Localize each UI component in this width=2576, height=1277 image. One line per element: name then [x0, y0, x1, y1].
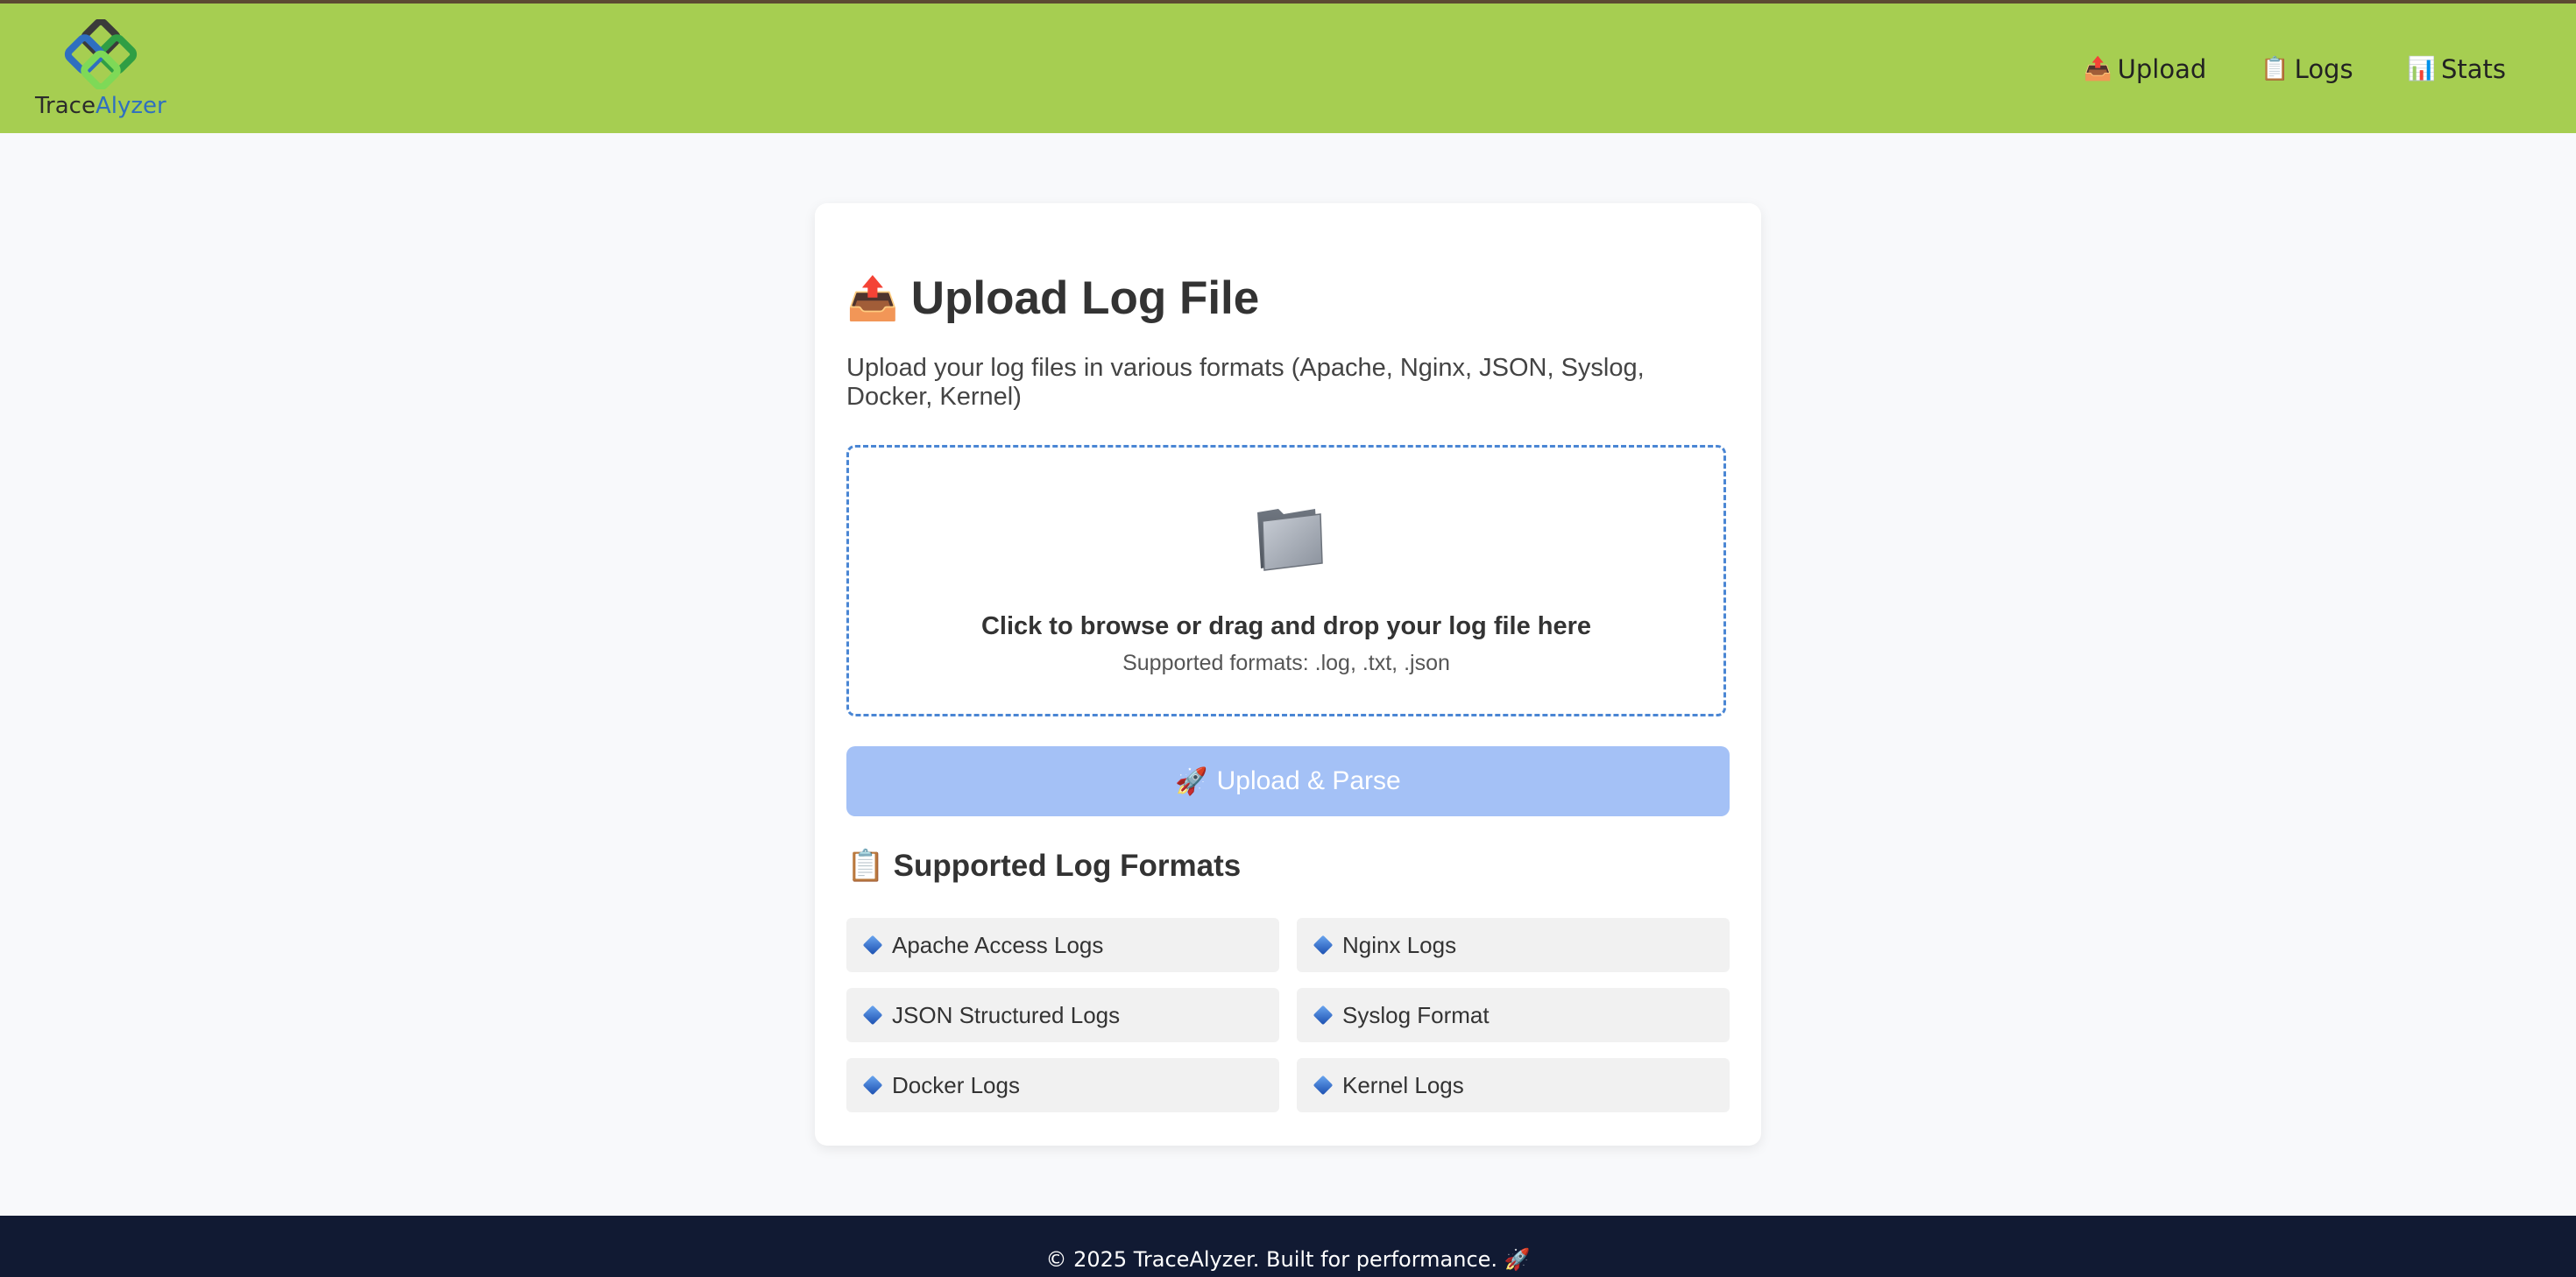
blue-diamond-icon — [1313, 1005, 1334, 1026]
supported-formats-grid: Apache Access Logs Nginx Logs JSON Struc… — [846, 918, 1730, 1112]
logo-text: TraceAlyzer — [35, 93, 166, 119]
nav-upload[interactable]: 📤 Upload — [2084, 54, 2206, 84]
logo-mark-icon — [64, 19, 138, 89]
upload-tray-icon: 📤 — [2084, 56, 2112, 82]
format-item-label: Syslog Format — [1342, 1001, 1490, 1028]
main-nav: 📤 Upload 📋 Logs 📊 Stats — [2084, 54, 2506, 84]
upload-tray-icon: 📤 — [846, 276, 899, 322]
blue-diamond-icon — [1313, 935, 1334, 956]
blue-diamond-icon — [862, 935, 883, 956]
format-item: Nginx Logs — [1297, 918, 1730, 972]
nav-logs-label: Logs — [2294, 54, 2353, 84]
file-dropzone[interactable]: Click to browse or drag and drop your lo… — [846, 445, 1726, 716]
page-title-text: Upload Log File — [910, 272, 1260, 324]
dropzone-supported-formats: Supported formats: .log, .txt, .json — [1122, 651, 1450, 675]
format-item-label: Nginx Logs — [1342, 931, 1457, 958]
format-item: Kernel Logs — [1297, 1058, 1730, 1112]
folder-icon — [1257, 509, 1323, 571]
dropzone-main-text: Click to browse or drag and drop your lo… — [980, 612, 1592, 640]
app-footer: © 2025 TraceAlyzer. Built for performanc… — [0, 1216, 2576, 1277]
blue-diamond-icon — [862, 1005, 883, 1026]
format-item: JSON Structured Logs — [846, 988, 1279, 1042]
format-item-label: Docker Logs — [892, 1071, 1020, 1098]
nav-stats-label: Stats — [2440, 54, 2506, 84]
format-item-label: JSON Structured Logs — [892, 1001, 1121, 1028]
bar-chart-icon: 📊 — [2407, 56, 2436, 82]
blue-diamond-icon — [1313, 1075, 1334, 1096]
logo-text-part2: Alyzer — [95, 93, 166, 119]
page-title: 📤 Upload Log File — [846, 272, 1259, 325]
clipboard-icon: 📋 — [2261, 56, 2289, 82]
upload-description: Upload your log files in various formats… — [846, 354, 1645, 411]
upload-parse-button-label: Upload & Parse — [1216, 766, 1401, 795]
logo-text-part1: Trace — [35, 93, 96, 119]
app-header: TraceAlyzer 📤 Upload 📋 Logs 📊 Stats — [0, 4, 2576, 133]
footer-copyright: © 2025 TraceAlyzer. Built for performanc… — [1045, 1247, 1531, 1272]
nav-upload-label: Upload — [2117, 54, 2207, 84]
upload-card: 📤 Upload Log File Upload your log files … — [815, 203, 1761, 1146]
format-item-label: Kernel Logs — [1342, 1071, 1464, 1098]
format-item: Apache Access Logs — [846, 918, 1279, 972]
upload-parse-button[interactable]: 🚀 Upload & Parse — [846, 746, 1730, 816]
format-item-label: Apache Access Logs — [892, 931, 1104, 958]
supported-formats-title-text: Supported Log Formats — [893, 848, 1242, 883]
format-item: Docker Logs — [846, 1058, 1279, 1112]
format-item: Syslog Format — [1297, 988, 1730, 1042]
rocket-icon: 🚀 — [1175, 766, 1208, 796]
clipboard-icon: 📋 — [846, 849, 885, 883]
nav-stats[interactable]: 📊 Stats — [2408, 54, 2506, 84]
supported-formats-title: 📋 Supported Log Formats — [846, 848, 1241, 884]
logo[interactable]: TraceAlyzer — [35, 19, 166, 124]
blue-diamond-icon — [862, 1075, 883, 1096]
nav-logs[interactable]: 📋 Logs — [2261, 54, 2353, 84]
